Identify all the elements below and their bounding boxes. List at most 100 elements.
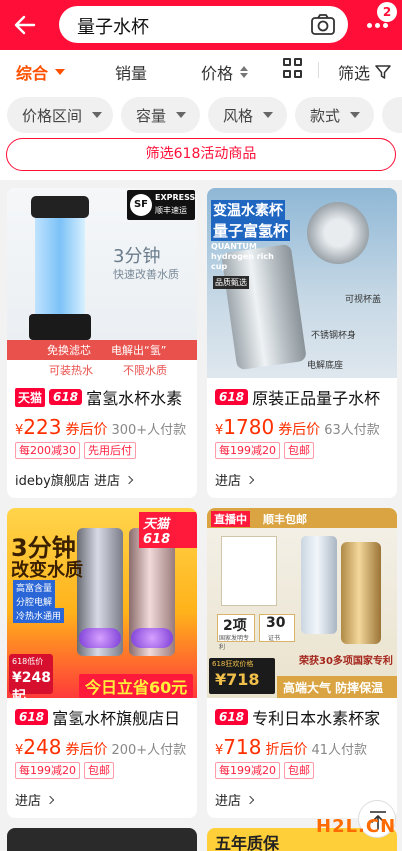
cup-lid <box>307 202 369 264</box>
message-count-badge: 2 <box>377 2 397 22</box>
sales-count: 200+人付款 <box>111 743 187 758</box>
shop-link[interactable]: 进店 <box>15 790 55 809</box>
back-arrow-icon <box>14 15 36 35</box>
chevron-down-icon <box>92 112 103 118</box>
product-title-row: 618 原装正品量子水杯 <box>215 386 393 408</box>
filter-618-button[interactable]: 筛选618活动商品 <box>6 138 396 171</box>
price-value: 1780 <box>223 415 275 439</box>
shop-link[interactable]: ideby旗舰店 进店 <box>15 470 134 489</box>
sf-logo: SF <box>130 194 152 216</box>
shop-link[interactable]: 进店 <box>215 470 255 489</box>
search-input[interactable]: 量子水杯 <box>59 6 348 43</box>
promo-text: QUANTUM <box>211 242 257 251</box>
cert-box: 30 证书 <box>259 614 295 642</box>
promo-text: 变温水素杯 <box>211 200 285 220</box>
quality-badge: 品质甄选 <box>213 276 249 289</box>
camera-icon <box>311 14 335 35</box>
mini-price: ¥248起 <box>12 670 51 698</box>
price-row: ¥ 248 券后价 200+人付款 <box>15 735 193 759</box>
product-image[interactable]: SF EXPRESS 顺丰速运 3分钟 快速改善水质 免换滤芯 电解出“氢” 可… <box>7 188 197 378</box>
sort-sales[interactable]: 销量 <box>115 60 147 84</box>
sort-comprehensive[interactable]: 综合 <box>16 60 66 84</box>
price-label: 券后价 <box>65 742 108 758</box>
grid-view-icon[interactable] <box>283 58 303 78</box>
shop-name: 进店 <box>215 794 242 809</box>
product-card-peek[interactable] <box>7 828 197 851</box>
price-label: 券后价 <box>65 422 108 438</box>
promo-text: 3分钟 <box>113 246 161 267</box>
currency-symbol: ¥ <box>15 743 24 758</box>
chip-type[interactable]: 款式 <box>295 97 374 133</box>
tag-618: 618 <box>15 709 49 725</box>
product-title: 原装正品量子水杯 <box>252 389 381 408</box>
chevron-down-icon <box>263 112 274 118</box>
chip-price-range[interactable]: 价格区间 <box>7 97 113 133</box>
price-label: 折后价 <box>265 742 308 758</box>
callout-text: 可视杯盖 <box>345 295 382 305</box>
bottle-cap <box>31 196 89 218</box>
cert-sub: 国家发明专利 <box>219 635 250 651</box>
product-card[interactable]: SF EXPRESS 顺丰速运 3分钟 快速改善水质 免换滤芯 电解出“氢” 可… <box>7 188 197 498</box>
cert-number: 30 <box>266 615 286 631</box>
award-text: 荣获30多项国家专利 <box>299 656 393 667</box>
top-bar: 量子水杯 2 <box>0 0 402 50</box>
chevron-right-icon <box>124 475 134 484</box>
chevron-down-icon <box>55 69 66 75</box>
camera-search-button[interactable] <box>310 13 336 37</box>
sort-price[interactable]: 价格 <box>201 60 249 84</box>
tag-618: 618 <box>215 709 249 725</box>
price-row: ¥ 223 券后价 300+人付款 <box>15 415 193 439</box>
banner-text: 不限水质 <box>123 364 167 377</box>
chip-capacity[interactable]: 容量 <box>121 97 200 133</box>
promo-text: hydrogen rich <box>211 252 274 261</box>
tmall-tag: 天猫 <box>15 387 46 407</box>
banner-text: 可装热水 <box>49 364 93 377</box>
product-image[interactable]: 直播中 顺丰包邮 2项 国家发明专利 30 证书 荣获30多项国家专利 618狂… <box>207 508 397 698</box>
cup-illustration <box>341 542 381 644</box>
slogan-text: 高端大气 防摔保温 <box>283 681 384 695</box>
price-tag-mini: 618狂欢价格 ¥718 <box>209 658 275 694</box>
chip-more[interactable] <box>382 97 402 133</box>
discount-badge: 每199减20 <box>215 442 280 459</box>
product-title-row: 天猫 618 富氢水杯水素 <box>15 386 193 408</box>
price-tag-mini: 618低价 ¥248起 <box>9 654 53 698</box>
currency-symbol: ¥ <box>15 423 24 438</box>
chevron-down-icon <box>176 112 187 118</box>
product-card[interactable]: 直播中 顺丰包邮 2项 国家发明专利 30 证书 荣获30多项国家专利 618狂… <box>207 508 397 818</box>
mini-price: ¥718 <box>215 670 260 689</box>
watermark-logo: H2L.CN <box>316 816 397 837</box>
cup-illustration <box>301 536 337 634</box>
product-card[interactable]: 变温水素杯 量子富氢杯 QUANTUM hydrogen rich cup 品质… <box>207 188 397 498</box>
feature-tag: 分腔电解 <box>13 594 56 609</box>
chip-style[interactable]: 风格 <box>208 97 287 133</box>
product-card[interactable]: 天猫618 3分钟 改变水质 高富含量 分腔电解 冷热水通用 618低价 ¥24… <box>7 508 197 818</box>
free-shipping-badge: 包邮 <box>284 442 314 459</box>
tag-618: 618 <box>215 389 249 405</box>
sort-sales-label: 销量 <box>115 64 148 83</box>
chip-label: 容量 <box>136 106 167 125</box>
promo-badges: 每199减20 包邮 <box>15 762 114 779</box>
back-button[interactable] <box>10 10 40 40</box>
promo-text: 快速改善水质 <box>113 268 179 281</box>
promo-badges: 每200减30 先用后付 <box>15 442 136 459</box>
shop-name: 进店 <box>15 794 42 809</box>
product-image[interactable]: 天猫618 3分钟 改变水质 高富含量 分腔电解 冷热水通用 618低价 ¥24… <box>7 508 197 698</box>
funnel-icon <box>375 65 391 79</box>
price-value: 223 <box>23 415 62 439</box>
shop-name: ideby旗舰店 进店 <box>15 474 120 489</box>
tmall-618-corner: 天猫618 <box>139 512 197 548</box>
chevron-right-icon <box>245 795 255 804</box>
product-title: 富氢水杯水素 <box>86 389 183 408</box>
promo-badges: 每199减20 包邮 <box>215 442 314 459</box>
shop-name: 进店 <box>215 474 242 489</box>
slogan-bar: 高端大气 防摔保温 <box>277 676 397 698</box>
filter-button[interactable]: 筛选 <box>338 60 391 84</box>
banner-text: 免换滤芯 <box>47 344 91 357</box>
live-badge: 直播中 <box>211 511 250 527</box>
chevron-right-icon <box>45 795 55 804</box>
shop-link[interactable]: 进店 <box>215 790 255 809</box>
product-image[interactable]: 变温水素杯 量子富氢杯 QUANTUM hydrogen rich cup 品质… <box>207 188 397 378</box>
mini-label: 618低价 <box>12 657 44 666</box>
free-shipping-badge: 包邮 <box>84 762 114 779</box>
bottle-glow <box>131 628 173 648</box>
